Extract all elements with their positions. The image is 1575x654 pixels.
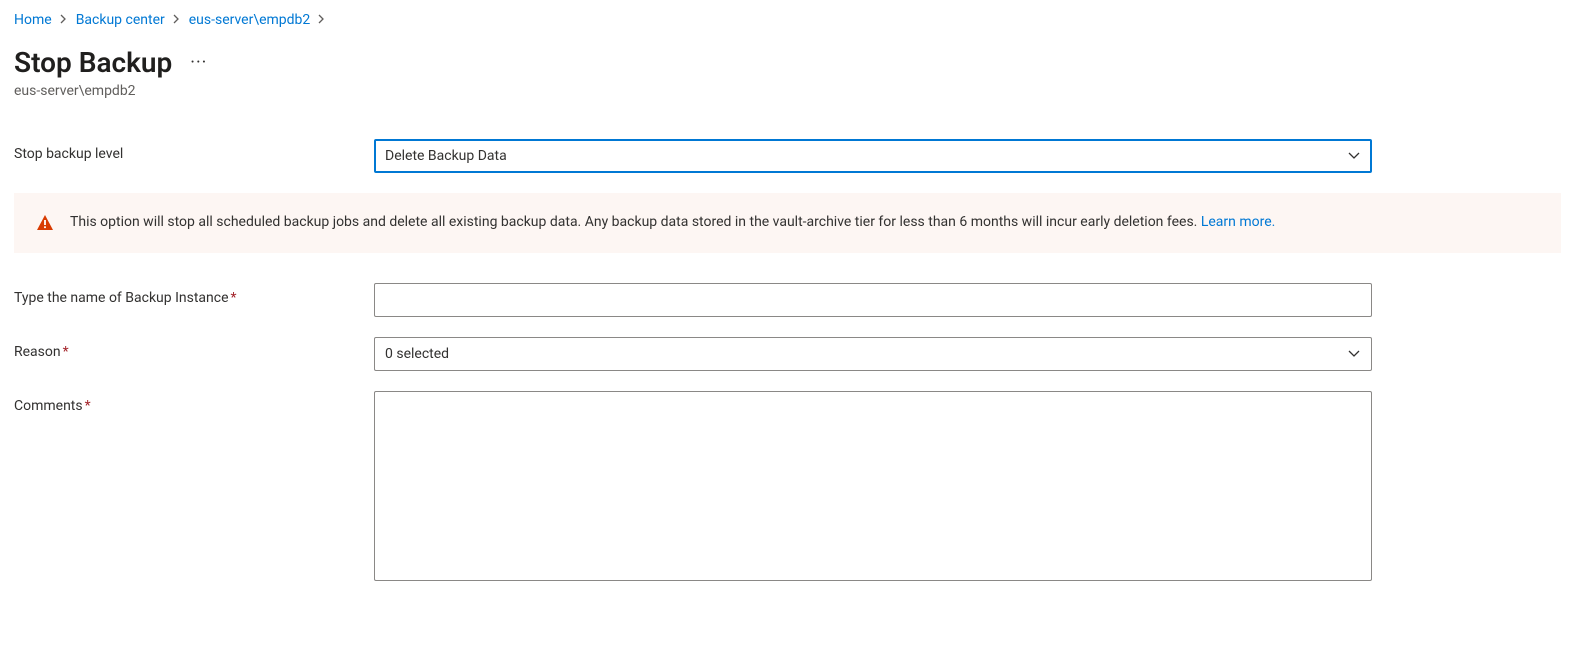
instance-name-row: Type the name of Backup Instance* [14,283,1561,317]
stop-backup-level-label: Stop backup level [14,139,374,162]
breadcrumb-home[interactable]: Home [14,12,52,28]
comments-row: Comments* [14,391,1561,585]
page-title: Stop Backup [14,46,172,79]
comments-label: Comments* [14,391,374,414]
chevron-down-icon [1347,149,1361,163]
warning-body: This option will stop all scheduled back… [70,214,1201,230]
breadcrumb-resource[interactable]: eus-server\empdb2 [189,12,311,28]
instance-name-input[interactable] [374,283,1372,317]
reason-label: Reason* [14,337,374,360]
required-indicator: * [85,398,91,414]
required-indicator: * [231,290,237,306]
comments-textarea[interactable] [374,391,1372,581]
more-actions-icon[interactable]: ··· [190,52,207,73]
chevron-right-icon [173,12,181,28]
dropdown-value: Delete Backup Data [385,148,1347,164]
reason-dropdown[interactable]: 0 selected [374,337,1372,371]
warning-text: This option will stop all scheduled back… [70,213,1275,233]
warning-message: This option will stop all scheduled back… [14,193,1561,253]
learn-more-link[interactable]: Learn more. [1201,214,1276,230]
page-subtitle: eus-server\empdb2 [14,83,1561,99]
chevron-right-icon [318,12,326,28]
reason-row: Reason* 0 selected [14,337,1561,371]
breadcrumb: Home Backup center eus-server\empdb2 [14,12,1561,28]
stop-backup-level-dropdown[interactable]: Delete Backup Data [374,139,1372,173]
breadcrumb-backup-center[interactable]: Backup center [76,12,165,28]
chevron-down-icon [1347,347,1361,361]
page-header: Stop Backup ··· [14,46,1561,79]
dropdown-value: 0 selected [385,346,1347,362]
chevron-right-icon [60,12,68,28]
stop-backup-level-row: Stop backup level Delete Backup Data [14,139,1561,173]
required-indicator: * [63,344,69,360]
instance-name-label: Type the name of Backup Instance* [14,283,374,306]
warning-triangle-icon [36,214,54,232]
